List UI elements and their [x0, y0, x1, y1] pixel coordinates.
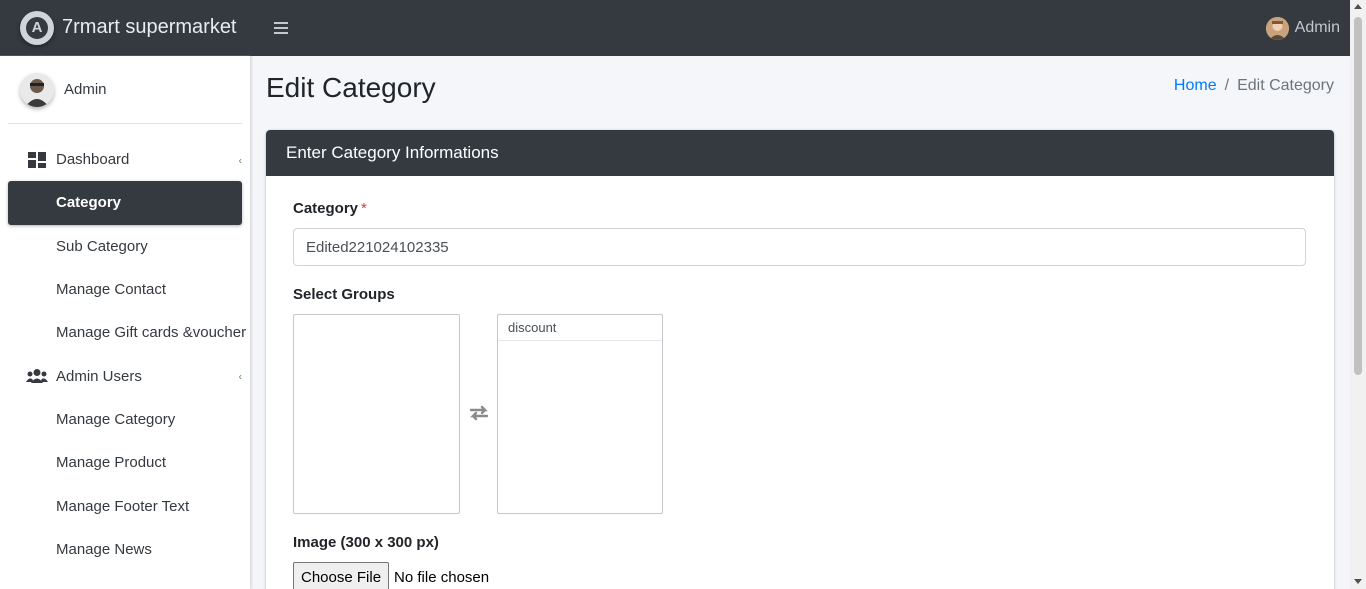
sidebar-item-dashboard[interactable]: Dashboard ‹ — [8, 138, 242, 181]
brand-link[interactable]: A 7rmart supermarket — [0, 0, 250, 56]
page-title: Edit Category — [266, 72, 436, 103]
sidebar-item-label: Manage Gift cards &voucher — [56, 324, 247, 342]
sidebar-item-category[interactable]: Category — [8, 181, 242, 225]
sidebar-item-label: Manage Contact — [56, 281, 167, 299]
page-scrollbar[interactable] — [1350, 0, 1366, 589]
sidebar-item-label: Manage Footer Text — [56, 497, 190, 515]
breadcrumb-current: Edit Category — [1237, 77, 1334, 94]
breadcrumb-home-link[interactable]: Home — [1174, 77, 1217, 95]
sidebar-item-label: Manage News — [56, 540, 152, 558]
sidebar-item-label: Admin Users — [56, 367, 142, 385]
category-form-card: Enter Category Informations Category* Se… — [266, 130, 1334, 589]
sidebar-item-admin-users[interactable]: Admin Users ‹ — [8, 354, 242, 397]
card-title: Enter Category Informations — [266, 130, 1334, 176]
sidebar-item-manage-gift-cards[interactable]: Manage Gift cards &voucher — [8, 311, 246, 354]
sidebar-item-sub-category[interactable]: Sub Category — [8, 225, 242, 268]
sidebar: A 7rmart supermarket Admin Dashboard ‹ C… — [0, 0, 250, 589]
image-field-label: Image (300 x 300 px) — [293, 534, 439, 551]
users-icon — [26, 367, 48, 385]
angle-left-icon: ‹ — [238, 371, 242, 383]
top-user-name: Admin — [1294, 19, 1340, 36]
dashboard-icon — [26, 151, 48, 169]
file-input[interactable]: Choose File No file chosen — [293, 562, 489, 589]
breadcrumb: Home / Edit Category — [1174, 77, 1334, 95]
brand-logo-icon: A — [20, 10, 54, 45]
swap-arrows-icon[interactable] — [467, 404, 491, 422]
breadcrumb-separator: / — [1224, 77, 1230, 94]
selected-groups-list[interactable]: discount — [497, 314, 663, 514]
top-user-menu[interactable]: Admin — [1265, 0, 1340, 56]
file-status-text: No file chosen — [394, 568, 490, 586]
hamburger-menu-icon[interactable] — [274, 22, 288, 34]
select-groups-label: Select Groups — [293, 286, 395, 303]
scroll-up-arrow-icon[interactable] — [1354, 4, 1362, 9]
sidebar-nav: Dashboard ‹ Category Sub Category Manage… — [0, 138, 250, 571]
main-content: Edit Category Home / Edit Category Enter… — [250, 56, 1350, 589]
sidebar-item-label: Manage Category — [56, 410, 176, 428]
top-user-avatar — [1265, 16, 1289, 40]
sidebar-user-name: Admin — [64, 81, 107, 98]
sidebar-item-manage-category[interactable]: Manage Category — [8, 398, 242, 441]
list-item[interactable]: discount — [498, 315, 662, 341]
sidebar-item-manage-product[interactable]: Manage Product — [8, 441, 242, 484]
category-input[interactable] — [293, 228, 1306, 266]
top-navbar: Admin — [250, 0, 1350, 56]
scrollbar-thumb[interactable] — [1354, 17, 1362, 375]
user-avatar — [20, 72, 54, 107]
required-mark: * — [361, 200, 367, 217]
sidebar-item-label: Manage Product — [56, 454, 167, 472]
brand-name: 7rmart supermarket — [62, 16, 237, 38]
sidebar-item-manage-contact[interactable]: Manage Contact — [8, 268, 242, 311]
scroll-down-arrow-icon[interactable] — [1354, 579, 1362, 584]
available-groups-list[interactable] — [293, 314, 460, 514]
sidebar-item-label: Dashboard — [56, 151, 130, 169]
angle-left-icon: ‹ — [238, 155, 242, 167]
sidebar-item-label: Category — [56, 194, 122, 212]
category-label-text: Category — [293, 200, 359, 217]
choose-file-button[interactable]: Choose File — [293, 562, 390, 589]
sidebar-item-manage-news[interactable]: Manage News — [8, 528, 242, 571]
sidebar-item-label: Sub Category — [56, 237, 148, 255]
sidebar-item-manage-footer-text[interactable]: Manage Footer Text — [8, 484, 242, 527]
user-panel[interactable]: Admin — [8, 56, 242, 124]
category-field-label: Category * — [293, 200, 367, 217]
